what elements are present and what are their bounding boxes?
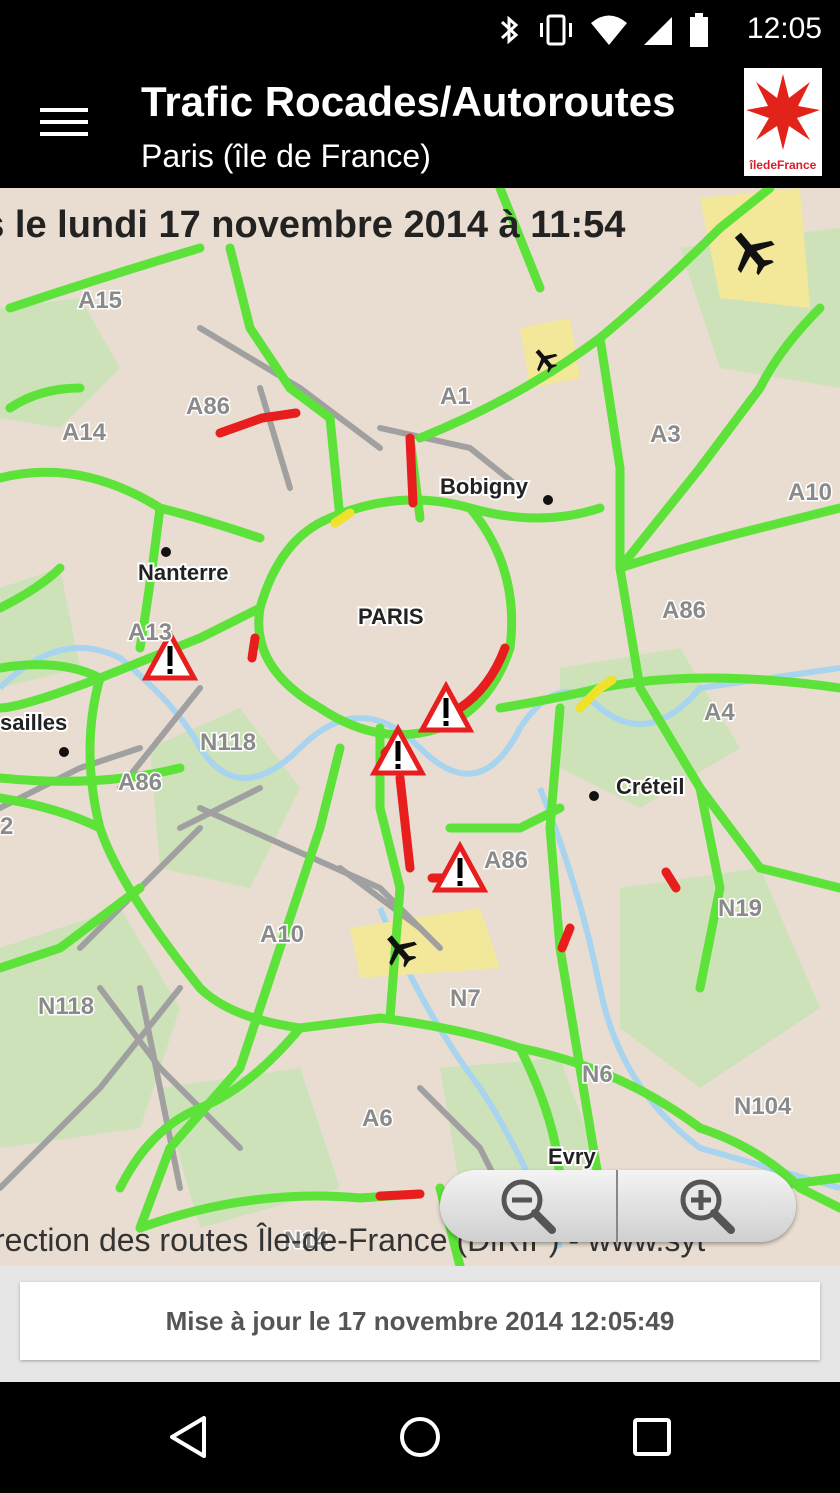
logo-text: îledeFrance <box>749 158 817 172</box>
road-label: A4 <box>704 699 735 726</box>
traffic-map[interactable]: Bobigny Nanterre PARIS sailles Créteil E… <box>0 188 840 1266</box>
road-label: N19 <box>718 895 762 922</box>
app-subtitle: Paris (île de France) <box>141 138 431 174</box>
wifi-icon <box>591 15 627 45</box>
zoom-in-icon <box>680 1179 735 1234</box>
vibrate-icon <box>540 14 572 46</box>
road-label: A6 <box>362 1105 393 1132</box>
nav-bar <box>0 1382 840 1493</box>
place-label: sailles <box>0 710 67 735</box>
menu-icon-bar <box>40 120 88 124</box>
zoom-in-button[interactable] <box>618 1170 796 1242</box>
recents-button[interactable] <box>622 1412 682 1462</box>
road-label: A14 <box>62 419 107 446</box>
road-label: N118 <box>200 729 256 756</box>
place-label: Bobigny <box>440 474 529 499</box>
map-timestamp: ns le lundi 17 novembre 2014 à 11:54 <box>0 204 626 246</box>
green-areas <box>0 228 840 1228</box>
road-label: A10 <box>260 921 304 948</box>
zoom-out-button[interactable] <box>440 1170 618 1242</box>
recents-icon <box>633 1418 671 1456</box>
road-label: A1 <box>440 383 471 410</box>
road-label: 2 <box>0 813 13 840</box>
status-icons <box>498 12 710 48</box>
road-label: A10 <box>788 479 832 506</box>
home-icon <box>400 1417 440 1457</box>
update-timestamp: Mise à jour le 17 novembre 2014 12:05:49 <box>165 1305 675 1336</box>
place-label: Créteil <box>616 774 684 799</box>
menu-icon-bar <box>40 132 88 136</box>
update-button[interactable]: Mise à jour le 17 novembre 2014 12:05:49 <box>20 1282 820 1360</box>
region-logo: îledeFrance <box>744 68 822 176</box>
road-label: A13 <box>128 619 172 646</box>
place-label: PARIS <box>358 604 424 629</box>
road-label: A86 <box>186 393 230 420</box>
clock: 12:05 <box>746 12 822 45</box>
update-area: Mise à jour le 17 novembre 2014 12:05:49 <box>0 1266 840 1382</box>
road-label: A3 <box>650 421 681 448</box>
place-label: Evry <box>548 1144 596 1169</box>
zoom-control <box>440 1170 796 1242</box>
app-bar: Trafic Rocades/Autoroutes Paris (île de … <box>0 60 840 188</box>
road-label: A86 <box>484 847 528 874</box>
road-label: N6 <box>582 1061 613 1088</box>
screen: 12:05 Trafic Rocades/Autoroutes Paris (î… <box>0 0 840 1493</box>
back-icon <box>170 1416 206 1458</box>
road-label: A86 <box>662 597 706 624</box>
zoom-out-icon <box>501 1179 556 1234</box>
bluetooth-icon <box>500 15 519 45</box>
road-label: N118 <box>38 993 94 1020</box>
app-title: Trafic Rocades/Autoroutes <box>141 78 676 125</box>
incident-warning-icon[interactable] <box>431 840 489 893</box>
home-button[interactable] <box>390 1412 450 1462</box>
back-button[interactable] <box>158 1412 218 1462</box>
signal-icon <box>644 17 672 45</box>
road-label: N104 <box>734 1093 792 1120</box>
menu-icon <box>40 108 88 112</box>
status-bar: 12:05 <box>0 0 840 60</box>
menu-button[interactable] <box>34 100 94 150</box>
battery-icon <box>690 13 708 47</box>
place-label: Nanterre <box>138 560 228 585</box>
map-canvas[interactable]: Bobigny Nanterre PARIS sailles Créteil E… <box>0 188 840 1266</box>
star-logo-icon <box>746 74 820 150</box>
road-label: A15 <box>78 287 122 314</box>
road-label: N7 <box>450 985 481 1012</box>
road-label: A86 <box>118 769 162 796</box>
